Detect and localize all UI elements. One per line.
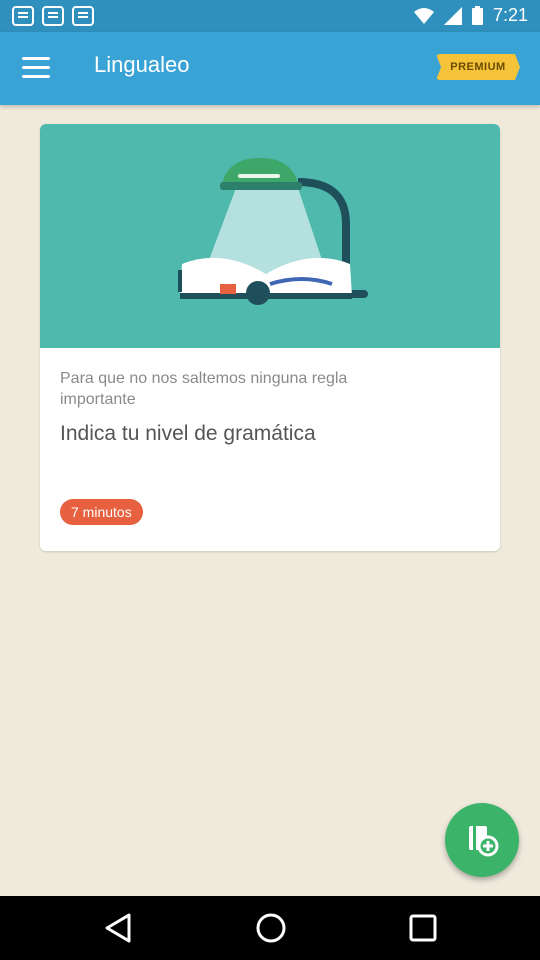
status-time: 7:21: [492, 5, 528, 25]
signal-icon: [443, 6, 462, 25]
card-illustration: [40, 124, 500, 348]
battery-icon: [471, 6, 483, 25]
menu-icon[interactable]: [22, 57, 50, 79]
lamp-book-illustration: [178, 158, 368, 305]
status-system: 7:21: [413, 5, 528, 26]
notification-icon: [12, 6, 34, 26]
wifi-icon: [413, 7, 434, 24]
premium-button[interactable]: PREMIUM: [436, 54, 520, 80]
grammar-level-card[interactable]: Para que no nos saltemos ninguna regla i…: [40, 124, 500, 551]
status-bar: 7:21: [0, 0, 540, 32]
notification-icon: [42, 6, 64, 26]
time-badge: 7 minutos: [60, 499, 143, 525]
navigation-bar: [0, 896, 540, 960]
status-notifications: [12, 6, 94, 26]
app-bar: Lingualeo PREMIUM: [0, 32, 540, 105]
notification-icon: [72, 6, 94, 26]
add-to-dictionary-button[interactable]: [445, 803, 519, 877]
home-icon[interactable]: [255, 912, 287, 944]
card-title: Indica tu nivel de gramática: [60, 422, 316, 445]
card-subtitle: Para que no nos saltemos ninguna regla i…: [60, 370, 348, 408]
recents-icon[interactable]: [408, 912, 438, 944]
back-icon[interactable]: [103, 912, 133, 944]
app-title: Lingualeo: [94, 52, 190, 77]
add-to-dictionary-icon: [469, 826, 499, 857]
